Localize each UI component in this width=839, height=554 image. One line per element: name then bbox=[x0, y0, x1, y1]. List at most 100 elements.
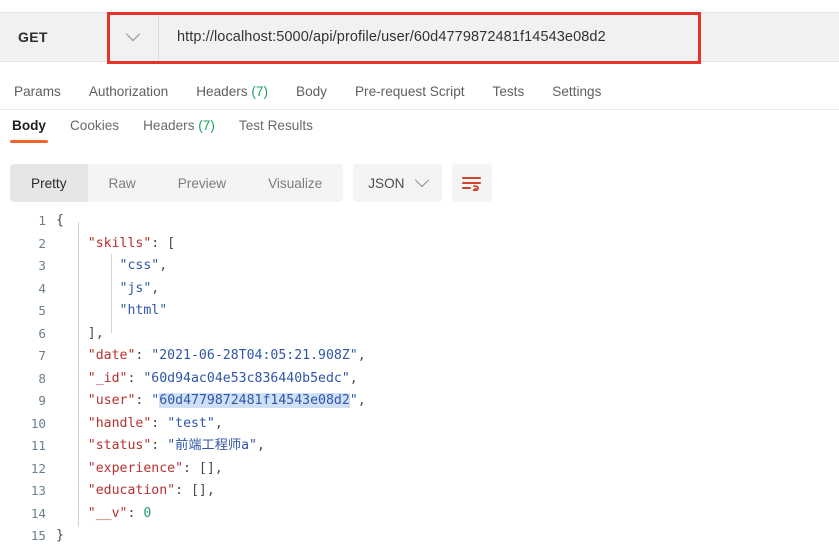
json-token: "handle" bbox=[87, 415, 152, 431]
request-tab-pre-request-script-label: Pre-request Script bbox=[354, 84, 465, 99]
response-tab-body[interactable]: Body bbox=[10, 118, 48, 143]
json-code-text: "skills": [ bbox=[56, 233, 175, 256]
response-format-bar: Pretty Raw Preview Visualize JSON bbox=[0, 162, 839, 204]
json-code-line: 15} bbox=[0, 525, 839, 548]
json-code-line: 13 "education": [], bbox=[0, 480, 839, 503]
request-tab-body[interactable]: Body bbox=[296, 84, 327, 99]
json-code-line: 3 "css", bbox=[0, 255, 839, 278]
response-tab-headers[interactable]: Headers (7) bbox=[141, 118, 217, 143]
request-tab-tests[interactable]: Tests bbox=[493, 84, 525, 99]
json-code-text: { bbox=[56, 210, 64, 233]
http-method-selector[interactable]: GET bbox=[0, 13, 107, 61]
http-method-label: GET bbox=[18, 29, 48, 45]
json-code-text: "status": "前端工程师a", bbox=[56, 435, 265, 458]
json-token: " bbox=[349, 393, 358, 408]
json-token: "test" bbox=[167, 415, 215, 431]
response-view-switcher: Pretty Raw Preview Visualize bbox=[10, 164, 344, 202]
line-number: 3 bbox=[38, 258, 46, 273]
json-token: "js" bbox=[119, 280, 152, 296]
line-number: 14 bbox=[30, 505, 46, 521]
response-body-viewer[interactable]: 1{2 "skills": [3 "css", 4 "js", 5 "html" 6 … bbox=[0, 210, 839, 554]
request-tab-body-label: Body bbox=[296, 84, 327, 99]
json-code-line: 2 "skills": [ bbox=[0, 233, 839, 256]
request-tab-headers-label: Headers bbox=[196, 84, 248, 99]
json-code-line: 1{ bbox=[0, 210, 839, 233]
json-code-line: 14 "__v": 0 bbox=[0, 503, 839, 526]
line-number: 1 bbox=[38, 213, 46, 228]
request-tab-headers[interactable]: Headers (7) bbox=[196, 84, 268, 99]
response-tab-cookies-label: Cookies bbox=[69, 118, 120, 133]
json-token: { bbox=[56, 213, 64, 228]
http-method-dropdown-toggle[interactable] bbox=[107, 13, 159, 61]
json-highlighted-value: 60d4779872481f14543e08d2 bbox=[159, 393, 350, 408]
response-view-preview-label: Preview bbox=[177, 175, 227, 191]
json-code-text: "handle": "test", bbox=[56, 413, 223, 436]
chevron-down-icon bbox=[414, 173, 429, 188]
response-view-pretty-label: Pretty bbox=[31, 175, 67, 191]
json-code-text: "education": [], bbox=[56, 480, 215, 503]
json-code-line: 11 "status": "前端工程师a", bbox=[0, 435, 839, 458]
json-code-text: "_id": "60d94ac04e53c836440b5edc", bbox=[56, 368, 358, 391]
url-input[interactable]: http://localhost:5000/api/profile/user/6… bbox=[159, 13, 839, 61]
json-token: "60d94ac04e53c836440b5edc" bbox=[143, 370, 350, 386]
request-tab-bar: Params Authorization Headers (7) Body Pr… bbox=[0, 74, 839, 110]
response-language-selector[interactable]: JSON bbox=[353, 164, 442, 202]
request-tab-params-label: Params bbox=[14, 84, 61, 99]
json-token: , bbox=[159, 258, 168, 273]
line-number: 15 bbox=[30, 528, 46, 543]
json-token: 0 bbox=[143, 505, 152, 521]
json-token: "status" bbox=[87, 438, 152, 453]
response-view-raw[interactable]: Raw bbox=[88, 164, 157, 202]
response-view-preview[interactable]: Preview bbox=[157, 164, 247, 202]
response-tab-body-label: Body bbox=[12, 118, 46, 133]
json-code-text: } bbox=[56, 525, 64, 548]
json-token: , bbox=[151, 280, 160, 296]
response-view-raw-label: Raw bbox=[108, 175, 136, 191]
json-code-text: "date": "2021-06-28T04:05:21.908Z", bbox=[56, 345, 366, 368]
active-tab-underline bbox=[10, 140, 48, 143]
json-token: , bbox=[214, 415, 223, 431]
json-token: , bbox=[357, 348, 366, 363]
response-tab-headers-count: (7) bbox=[198, 118, 215, 133]
json-token: : [], bbox=[175, 483, 215, 498]
request-tab-settings[interactable]: Settings bbox=[552, 84, 601, 99]
request-url-bar: GET http://localhost:5000/api/profile/us… bbox=[0, 12, 839, 62]
json-code-text: "user": "60d4779872481f14543e08d2", bbox=[56, 390, 366, 413]
line-number: 10 bbox=[30, 415, 46, 431]
response-tab-cookies[interactable]: Cookies bbox=[68, 118, 121, 143]
json-token: "skills" bbox=[87, 235, 152, 251]
request-tab-params[interactable]: Params bbox=[14, 84, 61, 99]
json-code-line: 8 "_id": "60d94ac04e53c836440b5edc", bbox=[0, 368, 839, 391]
json-token: "user" bbox=[87, 393, 136, 408]
json-token: : [], bbox=[183, 460, 223, 476]
request-tab-pre-request-script[interactable]: Pre-request Script bbox=[355, 84, 465, 99]
response-tab-headers-label: Headers bbox=[143, 118, 195, 133]
request-tab-authorization[interactable]: Authorization bbox=[89, 84, 168, 99]
json-token: : bbox=[151, 415, 168, 431]
request-tab-authorization-label: Authorization bbox=[88, 84, 169, 99]
json-code-text: "js", bbox=[56, 278, 160, 301]
json-token: , bbox=[349, 370, 358, 386]
json-token: "experience" bbox=[87, 460, 184, 476]
json-token: ], bbox=[87, 325, 104, 341]
json-token: "html" bbox=[119, 303, 168, 318]
response-language-label: JSON bbox=[368, 175, 405, 191]
response-view-pretty[interactable]: Pretty bbox=[10, 164, 88, 202]
line-number: 9 bbox=[38, 393, 46, 408]
line-number: 6 bbox=[38, 325, 46, 341]
response-view-visualize[interactable]: Visualize bbox=[247, 164, 343, 202]
response-tab-bar: Body Cookies Headers (7) Test Results bbox=[0, 118, 839, 150]
json-token: "education" bbox=[87, 483, 176, 498]
response-tab-test-results[interactable]: Test Results bbox=[237, 118, 315, 143]
json-code-text: "__v": 0 bbox=[56, 503, 152, 526]
word-wrap-button[interactable] bbox=[451, 164, 492, 202]
json-code-line: 5 "html" bbox=[0, 300, 839, 323]
